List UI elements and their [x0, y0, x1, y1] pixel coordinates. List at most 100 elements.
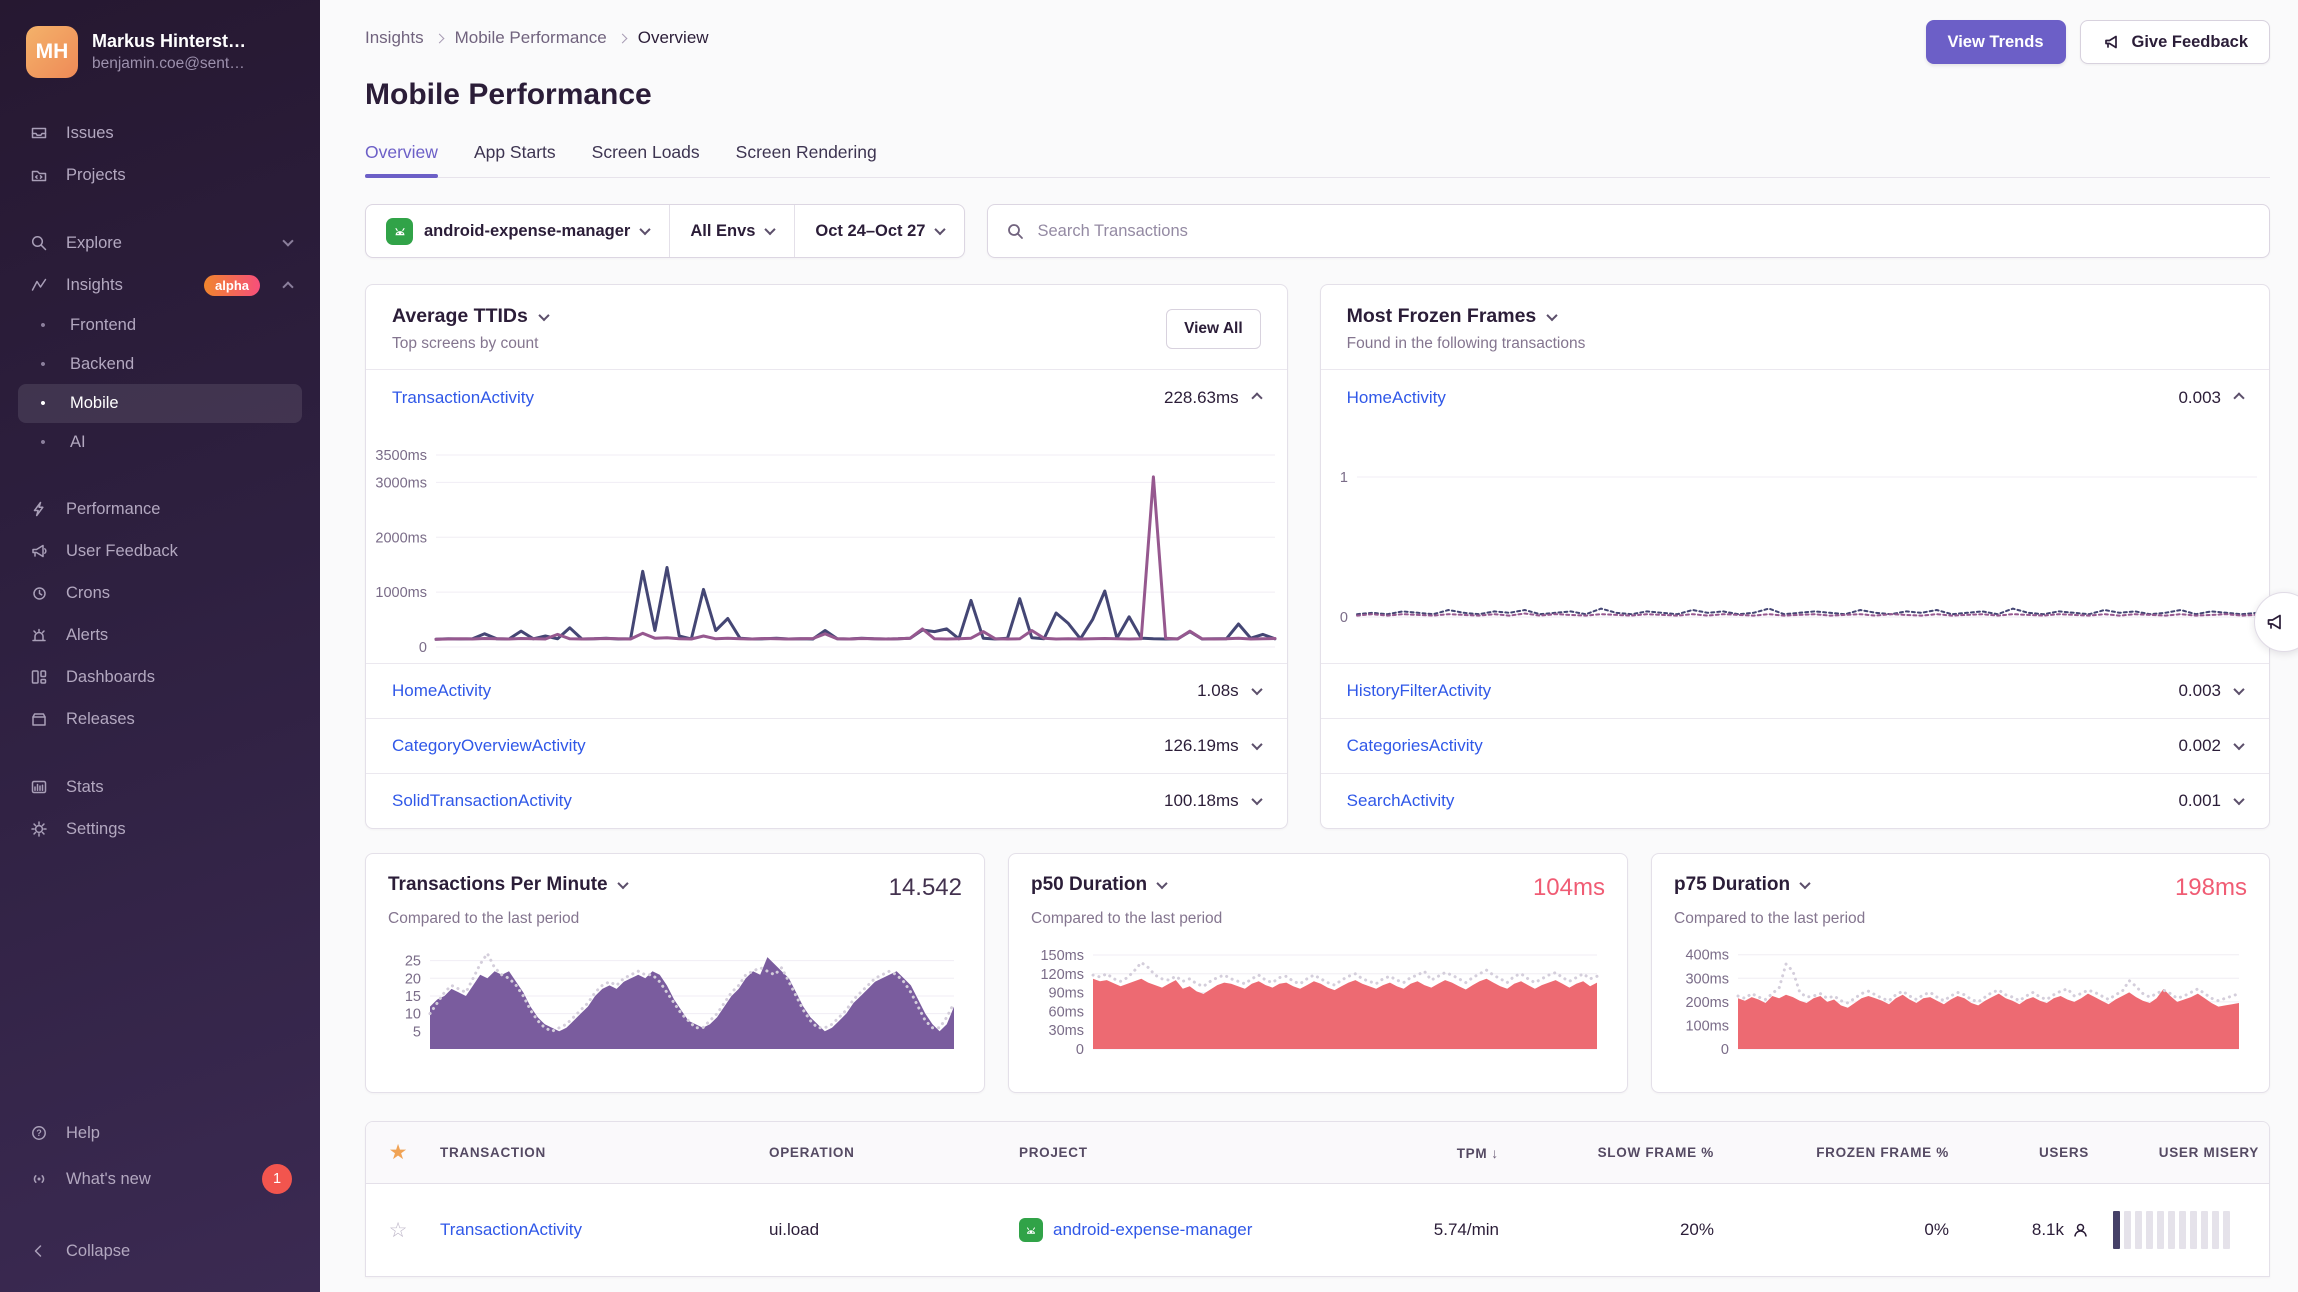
give-feedback-button[interactable]: Give Feedback: [2080, 20, 2270, 64]
breadcrumb-mobile-performance[interactable]: Mobile Performance: [455, 28, 607, 48]
inbox-icon: [28, 122, 50, 144]
card-title: Most Frozen Frames: [1347, 305, 1537, 328]
column-frozen-frame[interactable]: FROZEN FRAME %: [1724, 1145, 1959, 1160]
chevron-down-icon[interactable]: [1547, 309, 1558, 320]
svg-text:150ms: 150ms: [1040, 948, 1084, 964]
sidebar-item-settings[interactable]: Settings: [18, 808, 302, 850]
sidebar-item-explore[interactable]: Explore: [18, 222, 302, 264]
p50-duration-card: p50 Duration 104ms Compared to the last …: [1008, 853, 1628, 1093]
tab-app-starts[interactable]: App Starts: [474, 142, 556, 177]
chevron-down-icon[interactable]: [1251, 794, 1262, 805]
p75-chart: 400ms300ms200ms100ms0: [1674, 942, 2247, 1054]
chevron-down-icon[interactable]: [2233, 739, 2244, 750]
chevron-down-icon[interactable]: [2233, 794, 2244, 805]
star-icon[interactable]: ★: [366, 1140, 430, 1165]
main-content: Insights Mobile Performance Overview Vie…: [320, 0, 2298, 1277]
row-value: 0.003: [2178, 681, 2221, 701]
sidebar-item-crons[interactable]: Crons: [18, 572, 302, 614]
chevron-down-icon[interactable]: [2233, 684, 2244, 695]
environment-selector[interactable]: All Envs: [669, 205, 794, 257]
card-title: Transactions Per Minute: [388, 874, 608, 896]
transaction-link[interactable]: HomeActivity: [392, 681, 491, 701]
transaction-link[interactable]: TransactionActivity: [440, 1220, 582, 1239]
table-row: ☆ TransactionActivity ui.load android-ex…: [366, 1184, 2269, 1276]
sort-desc-icon: ↓: [1491, 1145, 1499, 1161]
user-menu[interactable]: MH Markus Hinterst… benjamin.coe@sent…: [18, 26, 302, 78]
sidebar-item-label: Alerts: [66, 626, 292, 645]
search-transactions-input[interactable]: [1037, 222, 2251, 241]
megaphone-icon: [2102, 32, 2122, 52]
p50-value: 104ms: [1533, 874, 1605, 902]
sidebar-item-alerts[interactable]: Alerts: [18, 614, 302, 656]
tab-screen-loads[interactable]: Screen Loads: [592, 142, 700, 177]
column-user-misery[interactable]: USER MISERY: [2099, 1145, 2269, 1160]
search-icon: [28, 232, 50, 254]
view-all-button[interactable]: View All: [1166, 309, 1261, 349]
svg-text:0: 0: [1340, 610, 1348, 626]
chevron-down-icon[interactable]: [1799, 878, 1810, 889]
view-trends-button[interactable]: View Trends: [1926, 20, 2066, 64]
breadcrumb-insights[interactable]: Insights: [365, 28, 424, 48]
column-operation[interactable]: OPERATION: [759, 1145, 1009, 1160]
tab-screen-rendering[interactable]: Screen Rendering: [736, 142, 877, 177]
transaction-link[interactable]: SolidTransactionActivity: [392, 791, 572, 811]
sidebar-item-label: Dashboards: [66, 668, 292, 687]
sidebar-item-dashboards[interactable]: Dashboards: [18, 656, 302, 698]
svg-text:1000ms: 1000ms: [375, 585, 427, 601]
svg-text:90ms: 90ms: [1049, 986, 1084, 1002]
column-project[interactable]: PROJECT: [1009, 1145, 1339, 1160]
chevron-up-icon[interactable]: [1251, 392, 1262, 403]
user-name: Markus Hinterst…: [92, 31, 302, 52]
card-subtitle: Compared to the last period: [1674, 910, 2247, 928]
megaphone-icon: [2264, 611, 2286, 633]
transaction-link[interactable]: SearchActivity: [1347, 791, 1455, 811]
sidebar-item-user-feedback[interactable]: User Feedback: [18, 530, 302, 572]
chevron-down-icon[interactable]: [1251, 739, 1262, 750]
column-slow-frame[interactable]: SLOW FRAME %: [1509, 1145, 1724, 1160]
svg-text:60ms: 60ms: [1049, 1004, 1084, 1020]
sidebar-item-ai[interactable]: • AI: [18, 423, 302, 462]
sidebar-collapse-button[interactable]: Collapse: [18, 1230, 302, 1272]
date-range-selector[interactable]: Oct 24–Oct 27: [794, 205, 964, 257]
svg-text:20: 20: [405, 971, 421, 987]
svg-text:120ms: 120ms: [1040, 967, 1084, 983]
chevron-down-icon[interactable]: [538, 309, 549, 320]
transaction-link[interactable]: CategoriesActivity: [1347, 736, 1483, 756]
column-tpm[interactable]: TPM↓: [1339, 1145, 1509, 1161]
chevron-down-icon[interactable]: [1156, 878, 1167, 889]
operation-cell: ui.load: [759, 1220, 1009, 1240]
sidebar-item-stats[interactable]: Stats: [18, 766, 302, 808]
p50-chart: 150ms120ms90ms60ms30ms0: [1031, 942, 1605, 1054]
folder-code-icon: [28, 164, 50, 186]
svg-text:0: 0: [1721, 1042, 1729, 1054]
transaction-link[interactable]: HistoryFilterActivity: [1347, 681, 1492, 701]
sidebar-item-backend[interactable]: • Backend: [18, 345, 302, 384]
tpm-chart: 252015105: [388, 942, 962, 1054]
transaction-link[interactable]: CategoryOverviewActivity: [392, 736, 586, 756]
transaction-link[interactable]: HomeActivity: [1347, 388, 1446, 408]
sidebar-item-issues[interactable]: Issues: [18, 112, 302, 154]
column-users[interactable]: USERS: [1959, 1145, 2099, 1160]
sidebar-item-help[interactable]: ? Help: [18, 1112, 302, 1154]
sidebar-item-performance[interactable]: Performance: [18, 488, 302, 530]
project-selector[interactable]: android-expense-manager: [366, 205, 669, 257]
alpha-badge: alpha: [204, 275, 260, 296]
sidebar-item-insights[interactable]: Insights alpha: [18, 264, 302, 306]
sidebar-item-frontend[interactable]: • Frontend: [18, 306, 302, 345]
chevron-down-icon[interactable]: [1251, 684, 1262, 695]
chevron-down-icon[interactable]: [617, 878, 628, 889]
sidebar-item-whats-new[interactable]: What's new 1: [18, 1154, 302, 1204]
sidebar-item-projects[interactable]: Projects: [18, 154, 302, 196]
star-outline-icon[interactable]: ☆: [366, 1218, 430, 1243]
sidebar-item-releases[interactable]: Releases: [18, 698, 302, 740]
tab-overview[interactable]: Overview: [365, 142, 438, 177]
column-transaction[interactable]: TRANSACTION: [430, 1145, 759, 1160]
chevron-up-icon[interactable]: [2233, 392, 2244, 403]
users-count: 8.1k: [2032, 1220, 2064, 1240]
chevron-down-icon: [765, 224, 776, 235]
tpm-cell: 5.74/min: [1339, 1220, 1509, 1240]
transaction-link[interactable]: TransactionActivity: [392, 388, 534, 408]
sidebar-item-mobile[interactable]: • Mobile: [18, 384, 302, 423]
box-icon: [28, 708, 50, 730]
project-link[interactable]: android-expense-manager: [1053, 1220, 1252, 1240]
